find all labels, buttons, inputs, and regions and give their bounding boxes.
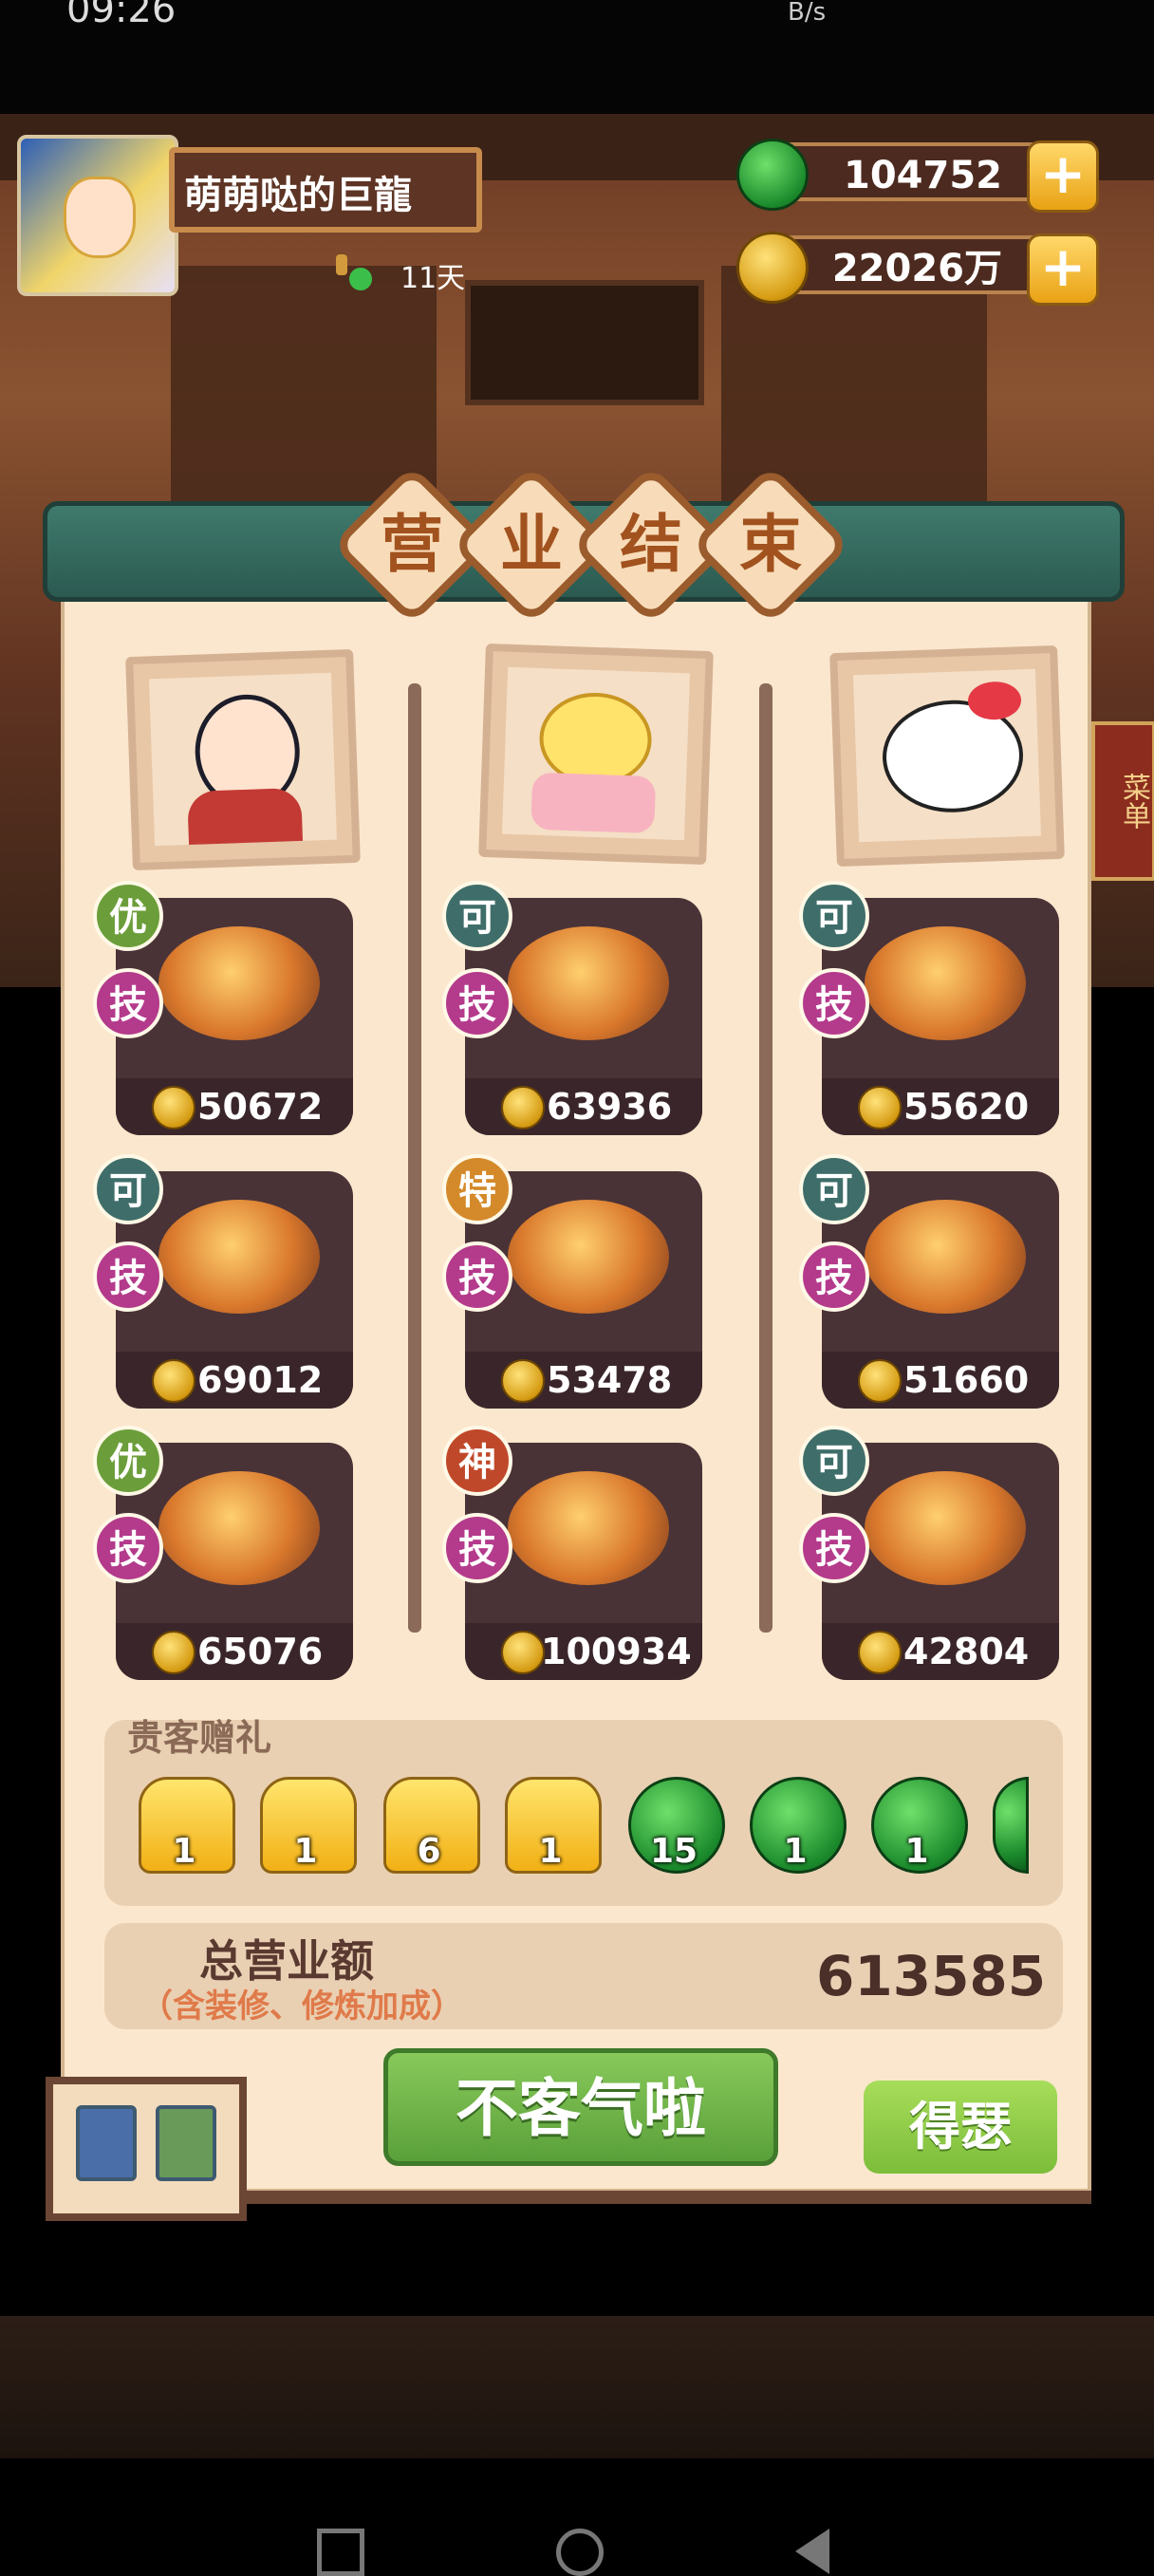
status-bar: 09:26 B/s xyxy=(0,0,1154,114)
dish-image xyxy=(508,1200,669,1314)
shovel-icon xyxy=(336,254,372,290)
bottom-wood-bar xyxy=(0,2316,1154,2458)
coin-icon xyxy=(152,1086,195,1129)
grade-badge: 神 xyxy=(442,1426,512,1496)
guest-portrait-boy xyxy=(125,648,361,871)
grade-badge: 特 xyxy=(442,1154,512,1224)
dish-price: 69012 xyxy=(197,1359,324,1401)
coin-icon xyxy=(152,1631,195,1674)
column-divider xyxy=(408,683,421,1633)
background-window xyxy=(465,280,704,405)
gift-count: 1 xyxy=(293,1832,318,1871)
dish-image xyxy=(158,1471,320,1585)
grade-badge: 可 xyxy=(442,881,512,951)
dish-image xyxy=(158,926,320,1040)
coin-icon xyxy=(858,1359,902,1403)
coin-icon xyxy=(501,1359,545,1403)
status-time: 09:26 xyxy=(66,0,177,31)
player-name: 萌萌哒的巨龍 xyxy=(169,147,482,233)
dish-price: 65076 xyxy=(197,1631,324,1672)
skill-badge: 技 xyxy=(799,968,869,1038)
coin-icon xyxy=(858,1086,902,1129)
home-icon[interactable] xyxy=(556,2529,604,2576)
grade-badge: 优 xyxy=(93,881,163,951)
gift-count: 1 xyxy=(904,1832,929,1871)
title-char-2: 业 xyxy=(500,508,563,581)
coin-icon xyxy=(501,1631,545,1674)
skill-badge: 技 xyxy=(442,1513,512,1583)
screen-icon-green[interactable] xyxy=(156,2105,216,2181)
grade-badge: 可 xyxy=(93,1154,163,1224)
title-char-1: 营 xyxy=(381,508,443,581)
dish-price: 53478 xyxy=(547,1359,673,1401)
network-speed: B/s xyxy=(788,0,827,27)
grade-badge: 可 xyxy=(799,1426,869,1496)
guest-gifts-title: 贵客赠礼 xyxy=(127,1717,272,1759)
coin-icon xyxy=(152,1359,195,1403)
grade-badge: 可 xyxy=(799,1154,869,1224)
coin-icon xyxy=(858,1631,902,1674)
skill-badge: 技 xyxy=(442,968,512,1038)
gift-count: 6 xyxy=(417,1832,441,1871)
dish-image xyxy=(158,1200,320,1314)
days-count: 11天 xyxy=(400,262,466,295)
avatar-face xyxy=(64,177,136,258)
dish-image xyxy=(508,1471,669,1585)
dish-price: 100934 xyxy=(541,1631,692,1672)
dish-price: 55620 xyxy=(903,1086,1030,1128)
screen-icon-blue[interactable] xyxy=(76,2105,137,2181)
guest-body xyxy=(187,787,304,846)
guest-portrait-kitty xyxy=(829,644,1065,868)
gift-count: 1 xyxy=(172,1832,196,1871)
dish-price: 63936 xyxy=(547,1086,673,1128)
grade-badge: 可 xyxy=(799,881,869,951)
column-divider xyxy=(759,683,772,1633)
gift-count: 15 xyxy=(649,1832,698,1871)
dish-image xyxy=(508,926,669,1040)
dish-price: 50672 xyxy=(197,1086,324,1128)
dish-price: 42804 xyxy=(903,1631,1030,1672)
dish-image xyxy=(865,1200,1026,1314)
skill-badge: 技 xyxy=(93,968,163,1038)
skill-badge: 技 xyxy=(799,1241,869,1312)
total-revenue-value: 613585 xyxy=(816,1944,1047,2008)
add-gems-button[interactable]: + xyxy=(1027,140,1099,213)
kitty-bow xyxy=(967,681,1022,721)
grade-badge: 优 xyxy=(93,1426,163,1496)
gift-count: 1 xyxy=(783,1832,808,1871)
recent-apps-icon[interactable] xyxy=(317,2529,364,2576)
player-avatar[interactable] xyxy=(17,135,178,296)
skill-badge: 技 xyxy=(93,1241,163,1312)
dish-price: 51660 xyxy=(903,1359,1030,1401)
back-icon[interactable] xyxy=(795,2529,829,2574)
gift-count: 1 xyxy=(538,1832,563,1871)
skill-badge: 技 xyxy=(442,1241,512,1312)
skill-badge: 技 xyxy=(93,1513,163,1583)
skill-badge: 技 xyxy=(799,1513,869,1583)
title-char-3: 结 xyxy=(620,508,682,581)
title-char-4: 束 xyxy=(739,508,802,581)
side-menu-sign[interactable]: 菜单 xyxy=(1091,721,1154,881)
add-coins-button[interactable]: + xyxy=(1027,233,1099,306)
coin-icon xyxy=(501,1086,545,1129)
gem-icon xyxy=(736,139,809,211)
guest-portrait-chick xyxy=(478,643,714,866)
dish-image xyxy=(865,926,1026,1040)
total-revenue-note: （含装修、修炼加成） xyxy=(140,1988,463,2025)
coin-icon xyxy=(736,232,809,304)
confirm-button[interactable]: 不客气啦 xyxy=(383,2048,778,2166)
dish-image xyxy=(865,1471,1026,1585)
show-off-button[interactable]: 得瑟 xyxy=(864,2081,1057,2174)
cake-base xyxy=(530,772,657,834)
